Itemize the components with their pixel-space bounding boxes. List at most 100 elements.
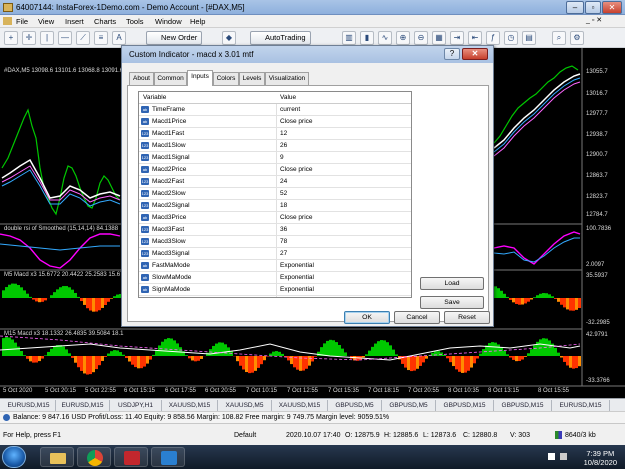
tab-visualization[interactable]: Visualization [265, 72, 309, 85]
input-row[interactable]: 123 Macd2Fast 24 [139, 176, 411, 188]
trendline-icon[interactable]: ⟋ [76, 31, 90, 45]
input-row[interactable]: 123 Macd2Signal 18 [139, 200, 411, 212]
input-row[interactable]: ab SignMaMode Exponential [139, 284, 411, 296]
candles-icon[interactable]: ▮ [360, 31, 374, 45]
tab-common[interactable]: Common [154, 72, 187, 85]
input-row[interactable]: 123 Macd3Fast 36 [139, 224, 411, 236]
input-row[interactable]: 123 Macd1Signal 9 [139, 152, 411, 164]
search-icon[interactable]: ⌕ [552, 31, 566, 45]
reset-button[interactable]: Reset [444, 311, 490, 324]
tab-colors[interactable]: Colors [213, 72, 239, 85]
file-explorer-icon[interactable] [40, 447, 74, 467]
chart-tab[interactable]: GBPUSD,M5 [382, 400, 436, 411]
column-header-variable[interactable]: Variable [143, 94, 166, 101]
horizontal-line-icon[interactable]: — [58, 31, 72, 45]
load-button[interactable]: Load [420, 277, 484, 290]
menu-insert[interactable]: Insert [65, 17, 84, 26]
metaeditor-icon[interactable]: ◆ [222, 31, 236, 45]
input-value[interactable]: 24 [280, 178, 287, 185]
menu-help[interactable]: Help [190, 17, 205, 26]
tab-inputs[interactable]: Inputs [187, 70, 213, 86]
tile-windows-icon[interactable]: ▦ [432, 31, 446, 45]
chrome-icon[interactable] [77, 447, 111, 467]
input-value[interactable]: 52 [280, 190, 287, 197]
input-row[interactable]: ab Macd2Price Close price [139, 164, 411, 176]
menu-file[interactable]: File [16, 17, 28, 26]
input-value[interactable]: current [280, 106, 300, 113]
app-icon-red[interactable] [114, 447, 148, 467]
crosshair-icon[interactable]: ✛ [22, 31, 36, 45]
input-value[interactable]: Exponential [280, 274, 314, 281]
input-row[interactable]: 123 Macd3Signal 27 [139, 248, 411, 260]
chart-tab[interactable]: GBPUSD,M5 [328, 400, 382, 411]
ok-button[interactable]: OK [344, 311, 390, 324]
vertical-line-icon[interactable]: | [40, 31, 54, 45]
input-row[interactable]: 123 Macd1Fast 12 [139, 128, 411, 140]
menu-window[interactable]: Window [155, 17, 182, 26]
input-value[interactable]: 18 [280, 202, 287, 209]
chart-tab[interactable]: EURUSD,M15 [552, 400, 610, 411]
input-row[interactable]: ab FastMaMode Exponential [139, 260, 411, 272]
periods-icon[interactable]: ◷ [504, 31, 518, 45]
new-order-button[interactable]: New Order [146, 31, 203, 45]
child-window-controls[interactable]: _ ▫ ✕ [586, 16, 602, 24]
input-value[interactable]: 27 [280, 250, 287, 257]
input-value[interactable]: 9 [280, 154, 284, 161]
autotrading-button[interactable]: AutoTrading [250, 31, 311, 45]
input-value[interactable]: Close price [280, 166, 313, 173]
tab-levels[interactable]: Levels [239, 72, 265, 85]
tray-clock[interactable]: 7:39 PM 10/8/2020 [584, 449, 617, 467]
input-value[interactable]: 78 [280, 238, 287, 245]
input-row[interactable]: ab SlowMaMode Exponential [139, 272, 411, 284]
save-button[interactable]: Save [420, 296, 484, 309]
menu-tools[interactable]: Tools [126, 17, 144, 26]
input-value[interactable]: 36 [280, 226, 287, 233]
tray-network-icon[interactable] [560, 453, 567, 460]
input-row[interactable]: ab TimeFrame current [139, 104, 411, 116]
chart-tab[interactable]: XAUUSD,M15 [162, 400, 218, 411]
zoom-out-icon[interactable]: ⊖ [414, 31, 428, 45]
autoscroll-icon[interactable]: ⇤ [468, 31, 482, 45]
help-button[interactable]: ? [444, 48, 460, 60]
tab-about[interactable]: About [129, 72, 154, 85]
channel-icon[interactable]: ≡ [94, 31, 108, 45]
chart-tab[interactable]: GBPUSD,M15 [436, 400, 494, 411]
cancel-button[interactable]: Cancel [394, 311, 440, 324]
tray-flag-icon[interactable] [548, 453, 555, 460]
chart-tab[interactable]: EURUSD,M15 [56, 400, 110, 411]
input-value[interactable]: Exponential [280, 262, 314, 269]
dialog-title-bar[interactable]: Custom Indicator - macd x 3.01 mtf ? ✕ [122, 46, 493, 63]
chart-tab[interactable]: USDJPY,H1 [110, 400, 162, 411]
new-chart-icon[interactable]: + [4, 31, 18, 45]
input-row[interactable]: 123 Macd3Slow 78 [139, 236, 411, 248]
chart-tab[interactable]: XAUUSD,M15 [272, 400, 328, 411]
menu-view[interactable]: View [38, 17, 54, 26]
metatrader-icon[interactable] [151, 447, 185, 467]
line-chart-icon[interactable]: ∿ [378, 31, 392, 45]
input-row[interactable]: ab Macd3Price Close price [139, 212, 411, 224]
templates-icon[interactable]: ▤ [522, 31, 536, 45]
text-icon[interactable]: A [112, 31, 126, 45]
zoom-in-icon[interactable]: ⊕ [396, 31, 410, 45]
input-value[interactable]: Close price [280, 214, 313, 221]
chart-tab[interactable]: XAUUSD,M5 [218, 400, 272, 411]
input-row[interactable]: 123 Macd1Slow 26 [139, 140, 411, 152]
bar-chart-icon[interactable]: ▥ [342, 31, 356, 45]
minimize-button[interactable]: – [566, 1, 584, 14]
input-row[interactable]: 123 Macd2Slow 52 [139, 188, 411, 200]
chart-tab[interactable]: GBPUSD,M15 [494, 400, 552, 411]
settings-icon[interactable]: ⚙ [570, 31, 584, 45]
column-header-value[interactable]: Value [280, 94, 296, 101]
close-window-button[interactable]: ✕ [602, 1, 622, 14]
input-value[interactable]: Close price [280, 118, 313, 125]
input-value[interactable]: 12 [280, 130, 287, 137]
start-button[interactable] [2, 446, 26, 468]
dialog-close-button[interactable]: ✕ [462, 48, 488, 60]
chart-tab[interactable]: EURUSD,M15 [2, 400, 56, 411]
input-value[interactable]: Exponential [280, 286, 314, 293]
maximize-button[interactable]: ▫ [585, 1, 601, 14]
indicators-icon[interactable]: ƒ [486, 31, 500, 45]
menu-charts[interactable]: Charts [94, 17, 116, 26]
input-row[interactable]: ab Macd1Price Close price [139, 116, 411, 128]
chart-shift-icon[interactable]: ⇥ [450, 31, 464, 45]
